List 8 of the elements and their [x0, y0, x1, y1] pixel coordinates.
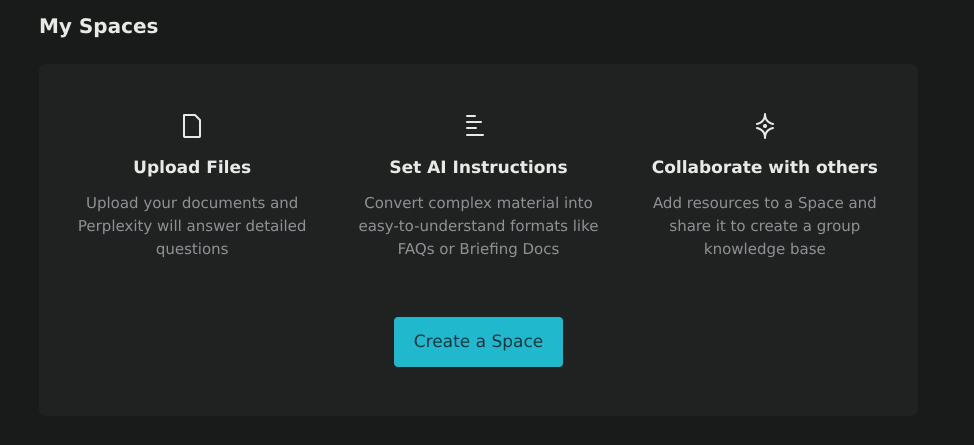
feature-description: Add resources to a Space and share it to create a group knowledge base [652, 193, 878, 260]
page-title: My Spaces [39, 13, 160, 40]
feature-description: Upload your documents and Perplexity will answer detailed questions [76, 193, 308, 260]
feature-heading: Upload Files [133, 158, 252, 178]
feature-heading: Set AI Instructions [389, 158, 568, 178]
create-space-button[interactable]: Create a Space [394, 317, 564, 367]
feature-heading: Collaborate with others [652, 158, 878, 178]
feature-description: Convert complex material into easy-to-understand formats like FAQs or Briefing Docs [357, 193, 600, 260]
